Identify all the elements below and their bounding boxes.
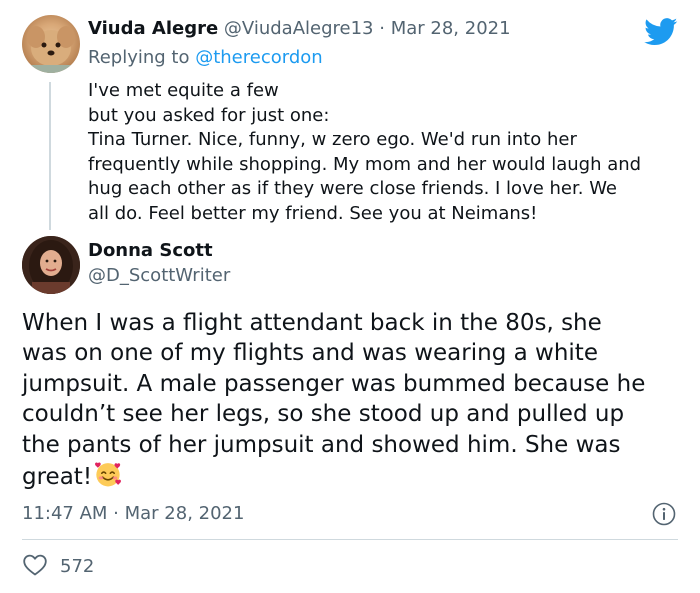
main-text-line: jumpsuit. A male passenger was bummed be…: [22, 370, 646, 397]
replying-label: Replying to: [88, 47, 190, 68]
heart-icon[interactable]: [22, 553, 48, 577]
tweet-timestamp[interactable]: 11:47 AM · Mar 28, 2021: [22, 503, 244, 524]
reply-text-line: I've met equite a few: [88, 80, 279, 101]
twitter-bird-icon[interactable]: [644, 18, 678, 46]
main-text-line: couldn’t see her legs, so she stood up a…: [22, 401, 625, 428]
info-icon[interactable]: [652, 502, 676, 526]
smiling-face-with-hearts-icon: [95, 462, 122, 487]
reply-text-line: hug each other as if they were close fri…: [88, 178, 618, 199]
main-text-line: was on one of my flights and was wearing…: [22, 340, 598, 367]
reply-tweet-header: Viuda Alegre @ViudaAlegre13 · Mar 28, 20…: [88, 18, 511, 39]
reply-author-handle[interactable]: @ViudaAlegre13: [224, 18, 374, 39]
main-text-line: When I was a flight attendant back in th…: [22, 310, 602, 336]
thread-connector-line: [49, 82, 51, 230]
reply-text-line: frequently while shopping. My mom and he…: [88, 153, 642, 175]
main-author-name[interactable]: Donna Scott: [88, 240, 213, 261]
like-count: 572: [60, 556, 95, 577]
reply-author-name[interactable]: Viuda Alegre: [88, 18, 218, 39]
replying-to: Replying to @therecordon: [88, 47, 323, 68]
main-text-line: great!: [22, 464, 93, 491]
reply-text-line: but you asked for just one:: [88, 104, 330, 126]
reply-date[interactable]: Mar 28, 2021: [391, 18, 511, 39]
avatar-donna-scott[interactable]: [22, 236, 80, 294]
main-author-handle[interactable]: @D_ScottWriter: [88, 265, 230, 286]
avatar-viuda-alegre[interactable]: [22, 15, 80, 73]
reply-text-line: all do. Feel better my friend. See you a…: [88, 202, 538, 224]
replying-to-handle-link[interactable]: @therecordon: [195, 47, 322, 68]
main-tweet-text: When I was a flight attendant back in th…: [22, 308, 692, 492]
main-text-line: the pants of her jumpsuit and showed him…: [22, 431, 621, 458]
reply-tweet-text: I've met equite a few but you asked for …: [88, 79, 688, 226]
reply-separator: ·: [379, 18, 385, 39]
divider: [22, 539, 678, 540]
main-text-last-line: great!: [22, 460, 692, 492]
reply-text-line: Tina Turner. Nice, funny, w zero ego. We…: [88, 129, 577, 150]
